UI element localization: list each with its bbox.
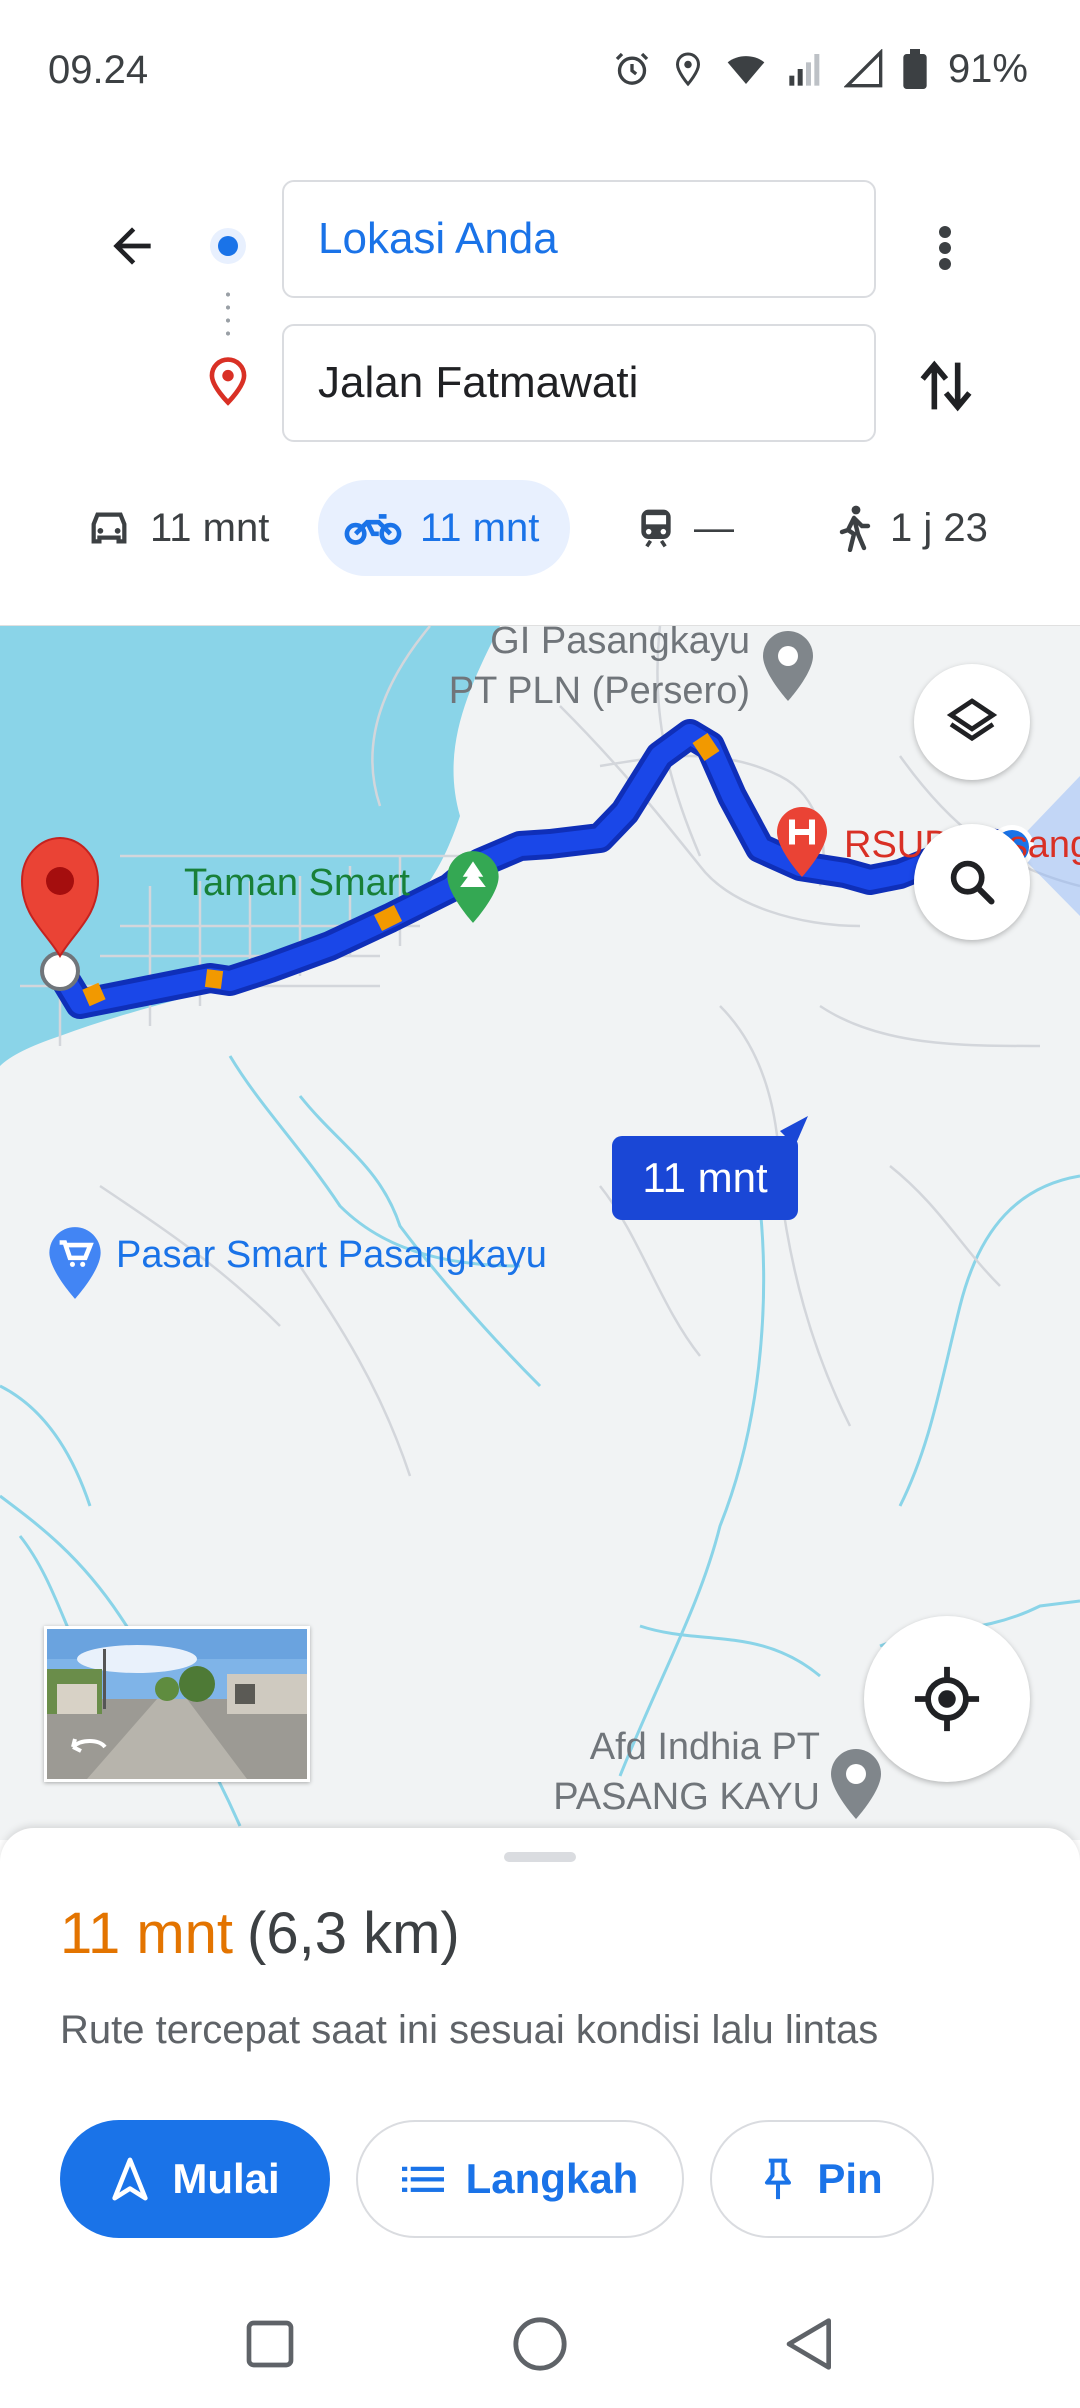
search-icon — [950, 860, 995, 905]
place-pin-icon — [763, 631, 813, 701]
steps-button-label: Langkah — [465, 2155, 639, 2202]
destination-text: Jalan Fatmawati — [318, 358, 639, 407]
triangle-back-icon — [786, 2318, 831, 2370]
route-distance: (6,3 km) — [247, 1901, 460, 1966]
signal-icon — [789, 54, 820, 86]
place-label-taman-smart[interactable]: Taman Smart — [184, 858, 410, 908]
list-icon — [401, 2166, 444, 2192]
place-label-afd-indhia[interactable]: Afd Indhia PT PASANG KAYU — [470, 1722, 820, 1822]
recents-button[interactable] — [232, 2306, 308, 2382]
origin-field[interactable]: Lokasi Anda — [282, 180, 876, 298]
park-pin-icon — [447, 851, 499, 923]
route-connector — [226, 288, 230, 340]
place-label-gi-pasangkayu[interactable]: GI Pasangkayu PT PLN (Persero) — [430, 626, 750, 716]
map-view[interactable]: GI Pasangkayu PT PLN (Persero) Taman Sma… — [0, 625, 1080, 1840]
destination-marker-ring — [40, 951, 80, 991]
square-icon — [246, 2320, 294, 2368]
pin-button[interactable]: Pin — [710, 2120, 934, 2238]
hospital-pin-icon — [777, 807, 827, 877]
back-button[interactable] — [96, 210, 168, 282]
steps-button[interactable]: Langkah — [356, 2120, 684, 2238]
mode-motorcycle-label: 11 mnt — [420, 505, 540, 550]
route-summary-sheet: 11 mnt (6,3 km) Rute tercepat saat ini se… — [0, 1828, 1080, 2278]
arrow-back-icon — [113, 227, 151, 265]
status-bar: 09.24 91% — [0, 0, 1080, 150]
back-nav-button[interactable] — [772, 2306, 848, 2382]
train-icon — [641, 509, 671, 548]
mode-walk-label: 1 j 23 — [890, 505, 988, 550]
directions-panel: Lokasi Anda Jalan Fatmawati 11 mnt 11 mn… — [0, 150, 1080, 625]
destination-field[interactable]: Jalan Fatmawati — [282, 324, 876, 442]
alarm-icon — [615, 52, 649, 85]
layers-icon — [946, 698, 998, 742]
more-vert-icon — [939, 226, 951, 270]
mode-transit[interactable]: — — [636, 480, 734, 576]
street-view-thumbnail[interactable] — [44, 1626, 310, 1782]
traffic-segment — [373, 904, 403, 932]
system-nav-bar — [0, 2278, 1080, 2408]
mode-walk[interactable]: 1 j 23 — [836, 480, 988, 576]
start-button-label: Mulai — [172, 2155, 280, 2202]
route-duration-label: 11 mnt — [642, 1154, 768, 1201]
traffic-segment — [204, 969, 224, 989]
destination-pin-icon — [209, 357, 247, 406]
location-icon — [675, 52, 700, 87]
street-view-image — [47, 1629, 307, 1779]
more-options-button[interactable] — [920, 212, 970, 284]
battery-icon — [903, 49, 927, 89]
navigation-icon — [112, 2157, 148, 2201]
mode-car[interactable]: 11 mnt — [86, 480, 269, 576]
status-icons: 91% — [612, 44, 1028, 94]
place-label-pasar-smart[interactable]: Pasar Smart Pasangkayu — [116, 1230, 547, 1280]
my-location-icon — [914, 1666, 980, 1732]
sheet-handle[interactable] — [504, 1852, 576, 1862]
signal-icon — [843, 49, 883, 88]
status-time: 09.24 — [48, 48, 149, 92]
place-pin-icon — [831, 1749, 881, 1819]
recenter-button[interactable] — [864, 1616, 1030, 1782]
traffic-segment — [82, 982, 106, 1007]
pin-button-label: Pin — [817, 2155, 883, 2202]
mode-car-label: 11 mnt — [150, 505, 270, 550]
battery-percent: 91% — [947, 46, 1028, 91]
mode-transit-label: — — [694, 505, 734, 550]
route-summary: 11 mnt (6,3 km) — [60, 1900, 460, 1967]
home-button[interactable] — [502, 2306, 578, 2382]
motorcycle-icon — [344, 514, 402, 545]
walk-icon — [839, 505, 871, 552]
start-navigation-button[interactable]: Mulai — [60, 2120, 330, 2238]
route-duration: 11 mnt — [60, 1901, 234, 1966]
mode-motorcycle[interactable]: 11 mnt — [318, 480, 570, 576]
circle-icon — [513, 2317, 567, 2371]
route-duration-chip[interactable]: 11 mnt — [612, 1136, 798, 1220]
search-along-route-button[interactable] — [914, 824, 1030, 940]
pushpin-icon — [765, 2158, 792, 2200]
car-icon — [91, 512, 127, 544]
travel-modes: 11 mnt 11 mnt — 1 j 23 — [0, 480, 1080, 580]
shopping-pin-icon — [49, 1227, 101, 1299]
swap-button[interactable] — [916, 350, 976, 422]
route-description: Rute tercepat saat ini sesuai kondisi la… — [60, 2008, 879, 2052]
traffic-segment — [692, 733, 720, 761]
wifi-icon — [727, 56, 765, 84]
layers-button[interactable] — [914, 664, 1030, 780]
origin-dot-icon — [210, 228, 246, 264]
origin-text: Lokasi Anda — [318, 214, 558, 263]
swap-vert-icon — [920, 360, 972, 412]
